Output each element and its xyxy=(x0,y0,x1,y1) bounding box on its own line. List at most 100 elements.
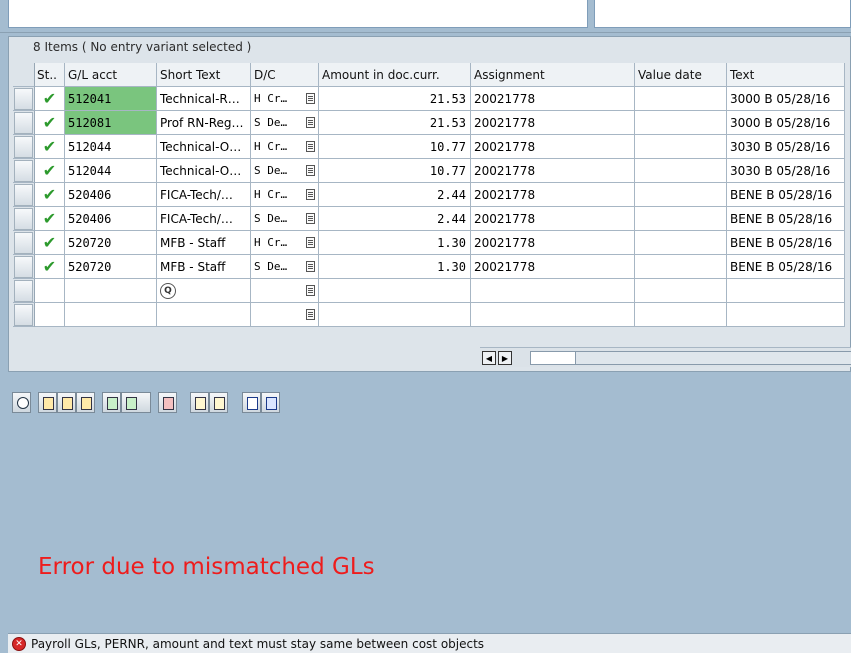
table-row-empty[interactable] xyxy=(13,303,845,327)
insert-row-icon[interactable] xyxy=(102,392,121,413)
amount-cell[interactable]: 10.77 xyxy=(319,135,471,159)
table-row[interactable]: ✔ 520406 FICA-Tech/… H Cr… 2.44 20021778… xyxy=(13,183,845,207)
row-select-button[interactable] xyxy=(13,303,35,327)
value-date-cell[interactable] xyxy=(635,183,727,207)
value-date-cell[interactable] xyxy=(635,111,727,135)
list-icon[interactable] xyxy=(306,261,315,272)
col-header-text[interactable]: Text xyxy=(727,63,845,87)
gl-acct-cell[interactable]: 520720 xyxy=(65,255,157,279)
gl-acct-cell[interactable]: 520720 xyxy=(65,231,157,255)
amount-cell[interactable]: 10.77 xyxy=(319,159,471,183)
table-row[interactable]: ✔ 520720 MFB - Staff S De… 1.30 20021778… xyxy=(13,255,845,279)
list-icon[interactable] xyxy=(306,237,315,248)
col-header-value-date[interactable]: Value date xyxy=(635,63,727,87)
text-cell[interactable]: 3000 B 05/28/16 xyxy=(727,87,845,111)
col-header-amount[interactable]: Amount in doc.curr. xyxy=(319,63,471,87)
amount-cell[interactable]: 21.53 xyxy=(319,111,471,135)
short-text-cell[interactable]: Technical-R… xyxy=(157,87,251,111)
header-field-left[interactable] xyxy=(8,0,588,28)
row-select-button[interactable] xyxy=(13,231,35,255)
amount-cell[interactable]: 2.44 xyxy=(319,183,471,207)
scroll-left-icon[interactable]: ◀ xyxy=(482,351,496,365)
insert-row-menu-icon[interactable] xyxy=(121,392,151,413)
dc-cell[interactable]: H Cr… xyxy=(251,135,319,159)
amount-cell-empty[interactable] xyxy=(319,303,471,327)
table-row[interactable]: ✔ 520720 MFB - Staff H Cr… 1.30 20021778… xyxy=(13,231,845,255)
gl-acct-cell-empty[interactable] xyxy=(65,279,157,303)
magnifier-icon[interactable]: Q xyxy=(160,282,176,299)
row-select-button[interactable] xyxy=(13,135,35,159)
dc-cell[interactable]: S De… xyxy=(251,159,319,183)
col-header-dc[interactable]: D/C xyxy=(251,63,319,87)
text-cell[interactable]: 3000 B 05/28/16 xyxy=(727,111,845,135)
short-text-cell[interactable]: MFB - Staff xyxy=(157,255,251,279)
short-text-cell-empty[interactable]: Q xyxy=(157,279,251,303)
copy-icon[interactable] xyxy=(190,392,209,413)
assignment-cell[interactable]: 20021778 xyxy=(471,183,635,207)
assignment-cell-empty[interactable] xyxy=(471,303,635,327)
row-select-button[interactable] xyxy=(13,207,35,231)
table-row[interactable]: ✔ 512081 Prof RN-Reg… S De… 21.53 200217… xyxy=(13,111,845,135)
list-icon[interactable] xyxy=(306,189,315,200)
assignment-cell-empty[interactable] xyxy=(471,279,635,303)
status-cell-empty[interactable] xyxy=(35,303,65,327)
value-date-cell[interactable] xyxy=(635,159,727,183)
row-select-button[interactable] xyxy=(13,183,35,207)
gl-acct-cell[interactable]: 512044 xyxy=(65,135,157,159)
list-icon[interactable] xyxy=(306,93,315,104)
status-bar[interactable]: ✕ Payroll GLs, PERNR, amount and text mu… xyxy=(8,633,851,653)
delete-row-icon[interactable] xyxy=(158,392,177,413)
scroll-thumb[interactable] xyxy=(530,351,576,365)
text-cell[interactable]: 3030 B 05/28/16 xyxy=(727,135,845,159)
list-icon[interactable] xyxy=(306,141,315,152)
amount-cell[interactable]: 21.53 xyxy=(319,87,471,111)
col-header-status[interactable]: St.. xyxy=(35,63,65,87)
sort-descending-icon[interactable] xyxy=(57,392,76,413)
paste-icon[interactable] xyxy=(209,392,228,413)
short-text-cell[interactable]: Prof RN-Reg… xyxy=(157,111,251,135)
scroll-track[interactable] xyxy=(576,351,851,365)
status-cell-empty[interactable] xyxy=(35,279,65,303)
row-select-button[interactable] xyxy=(13,87,35,111)
row-select-button[interactable] xyxy=(13,279,35,303)
assignment-cell[interactable]: 20021778 xyxy=(471,111,635,135)
value-date-cell[interactable] xyxy=(635,207,727,231)
table-row[interactable]: ✔ 512041 Technical-R… H Cr… 21.53 200217… xyxy=(13,87,845,111)
filter-icon[interactable] xyxy=(261,392,280,413)
text-cell[interactable]: 3030 B 05/28/16 xyxy=(727,159,845,183)
short-text-cell[interactable]: FICA-Tech/… xyxy=(157,183,251,207)
table-row[interactable]: ✔ 512044 Technical-O… S De… 10.77 200217… xyxy=(13,159,845,183)
print-icon[interactable] xyxy=(242,392,261,413)
col-header-gl-acct[interactable]: G/L acct xyxy=(65,63,157,87)
dc-cell[interactable]: H Cr… xyxy=(251,231,319,255)
assignment-cell[interactable]: 20021778 xyxy=(471,135,635,159)
horizontal-scrollbar[interactable]: ◀ ▶ xyxy=(480,347,851,367)
row-select-button[interactable] xyxy=(13,159,35,183)
assignment-cell[interactable]: 20021778 xyxy=(471,207,635,231)
list-icon[interactable] xyxy=(306,165,315,176)
assignment-cell[interactable]: 20021778 xyxy=(471,159,635,183)
col-header-assignment[interactable]: Assignment xyxy=(471,63,635,87)
dc-cell[interactable]: S De… xyxy=(251,255,319,279)
amount-cell[interactable]: 1.30 xyxy=(319,231,471,255)
short-text-cell[interactable]: MFB - Staff xyxy=(157,231,251,255)
value-date-cell[interactable] xyxy=(635,255,727,279)
value-date-cell-empty[interactable] xyxy=(635,279,727,303)
col-header-short-text[interactable]: Short Text xyxy=(157,63,251,87)
gl-acct-cell[interactable]: 520406 xyxy=(65,207,157,231)
short-text-cell[interactable]: Technical-O… xyxy=(157,159,251,183)
short-text-cell[interactable]: Technical-O… xyxy=(157,135,251,159)
text-cell[interactable]: BENE B 05/28/16 xyxy=(727,255,845,279)
amount-cell-empty[interactable] xyxy=(319,279,471,303)
dc-cell[interactable]: H Cr… xyxy=(251,87,319,111)
gl-acct-cell[interactable]: 512041 xyxy=(65,87,157,111)
gl-acct-cell-empty[interactable] xyxy=(65,303,157,327)
header-field-right[interactable] xyxy=(594,0,851,28)
assignment-cell[interactable]: 20021778 xyxy=(471,87,635,111)
select-all-button[interactable] xyxy=(13,63,35,87)
list-icon[interactable] xyxy=(306,285,315,296)
text-cell[interactable]: BENE B 05/28/16 xyxy=(727,231,845,255)
value-date-cell[interactable] xyxy=(635,135,727,159)
text-cell[interactable]: BENE B 05/28/16 xyxy=(727,183,845,207)
short-text-cell-empty[interactable] xyxy=(157,303,251,327)
